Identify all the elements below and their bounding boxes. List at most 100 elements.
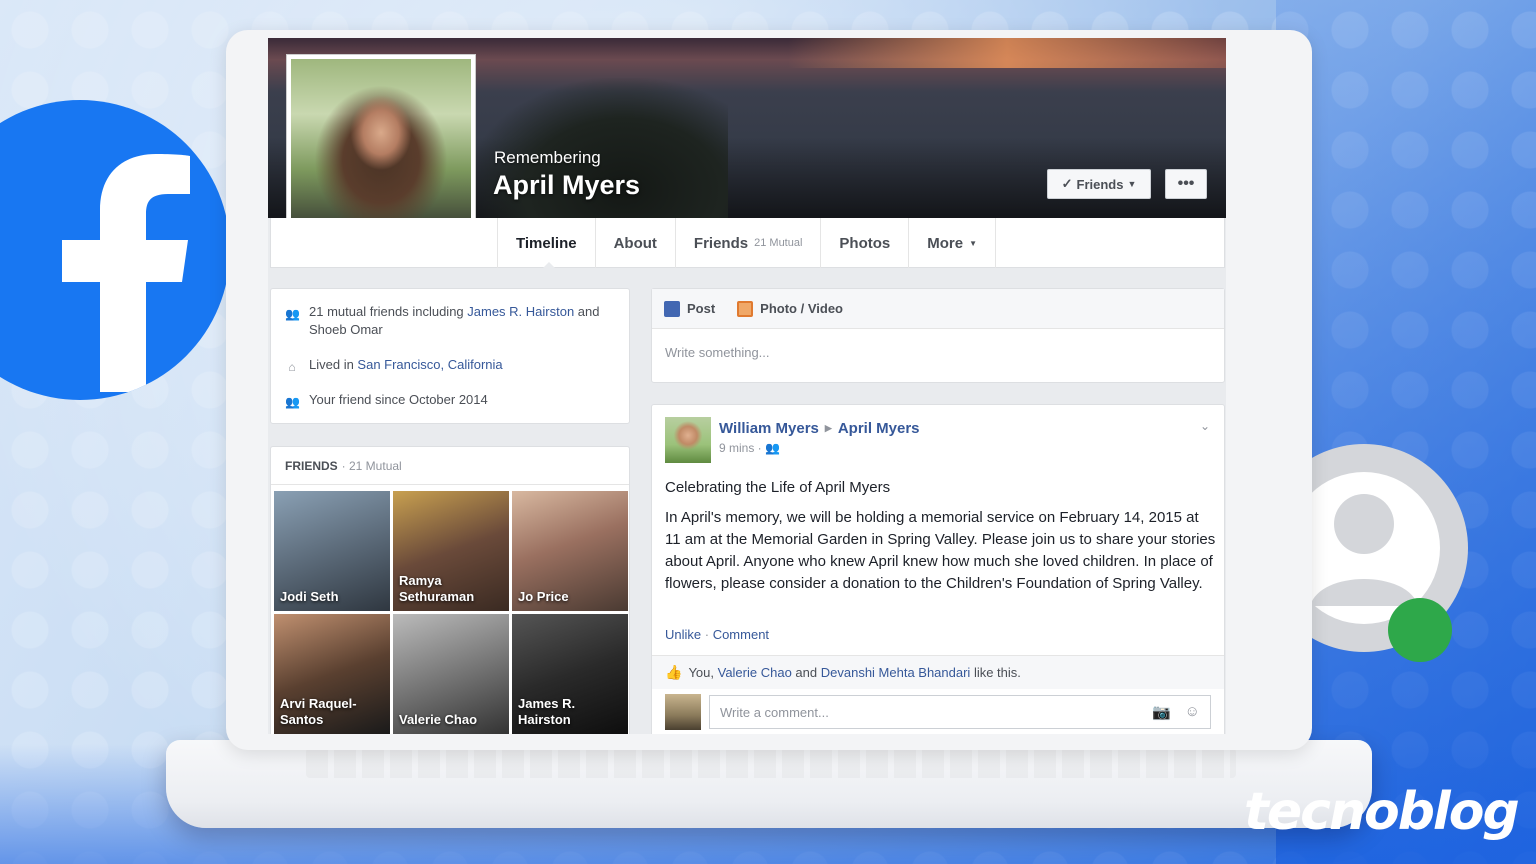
friends-card-title: FRIENDS [285, 458, 338, 473]
caret-down-icon: ▼ [969, 238, 978, 248]
unlike-link[interactable]: Unlike [665, 627, 701, 642]
composer-tab-label: Post [687, 301, 716, 316]
tab-timeline[interactable]: Timeline [497, 218, 595, 269]
friend-tile[interactable]: Ramya Sethuraman [393, 491, 509, 611]
tab-about[interactable]: About [594, 218, 675, 268]
post-composer: Post Photo / Video Write something... [651, 288, 1225, 383]
likes-text: You, Valerie Chao and Devanshi Mehta Bha… [688, 665, 1020, 680]
comment-input[interactable]: Write a comment... 📷 ☺ [709, 695, 1211, 729]
pencil-icon [664, 300, 680, 317]
cover-sunset-glow [788, 38, 1226, 68]
friends-button[interactable]: ✓ Friends ▼ [1047, 169, 1151, 199]
tecnoblog-watermark: tecnoblog [1244, 782, 1520, 842]
intro-lived-prefix: Lived in [309, 357, 358, 372]
location-link[interactable]: San Francisco, California [357, 357, 502, 372]
composer-tab-post[interactable]: Post [664, 300, 716, 317]
friends-card-count: · 21 Mutual [341, 458, 402, 473]
intro-mutual-friends: 👥 21 mutual friends including James R. H… [285, 303, 615, 339]
tab-friends[interactable]: Friends 21 Mutual [674, 218, 821, 268]
likes-and: and [791, 665, 821, 680]
intro-card: 👥 21 mutual friends including James R. H… [270, 288, 630, 424]
likes-you: You, [688, 665, 718, 680]
comment-placeholder: Write a comment... [720, 704, 829, 720]
action-separator: · [701, 627, 713, 642]
composer-tab-label: Photo / Video [760, 301, 843, 316]
friend-tile[interactable]: Jo Price [512, 491, 628, 611]
mutual-friend-link[interactable]: Shoeb Omar [309, 322, 383, 337]
intro-mutual-prefix: 21 mutual friends including [309, 304, 468, 319]
memorial-label: Remembering [494, 148, 601, 167]
liker-link[interactable]: Devanshi Mehta Bhandari [821, 665, 971, 680]
arrow-right-icon: ▶ [824, 423, 832, 433]
friends-icon: 👥 [285, 307, 300, 321]
tab-friends-mutual-count: 21 Mutual [754, 237, 803, 249]
post-author-link[interactable]: William Myers [719, 420, 819, 437]
post-target-link[interactable]: April Myers [838, 420, 920, 437]
friends-card: FRIENDS · 21 Mutual Jodi Seth Ramya Seth… [270, 446, 630, 734]
friend-tile[interactable]: Valerie Chao [393, 614, 509, 734]
timeline-post: William Myers ▶ April Myers 9 mins · 👥 ⌄… [651, 404, 1225, 734]
likes-suffix: like this. [970, 665, 1021, 680]
friends-icon: 👥 [285, 395, 300, 409]
post-timestamp[interactable]: 9 mins · 👥 [719, 441, 920, 455]
friend-name: Arvi Raquel-Santos [280, 696, 357, 727]
camera-icon[interactable]: 📷 [1152, 703, 1171, 721]
audience-friends-icon: 👥 [765, 441, 780, 455]
friends-button-label: Friends [1076, 176, 1124, 192]
comment-link[interactable]: Comment [713, 627, 769, 642]
tab-label: More [927, 234, 964, 252]
post-names: William Myers ▶ April Myers [719, 420, 920, 437]
post-header: William Myers ▶ April Myers 9 mins · 👥 [665, 417, 920, 463]
emoji-icon[interactable]: ☺ [1185, 703, 1200, 721]
composer-tab-photo[interactable]: Photo / Video [737, 300, 843, 317]
tab-label: Photos [839, 234, 891, 252]
background-accent [1276, 0, 1536, 864]
friend-tile[interactable]: James R. Hairston [512, 614, 628, 734]
post-title: Celebrating the Life of April Myers [665, 479, 891, 496]
post-meta: William Myers ▶ April Myers 9 mins · 👥 [719, 417, 920, 463]
tab-more[interactable]: More ▼ [908, 218, 997, 268]
liker-link[interactable]: Valerie Chao [718, 665, 792, 680]
friend-name: Jo Price [518, 589, 569, 604]
friend-name: Jodi Seth [280, 589, 339, 604]
tab-label: Friends [693, 234, 749, 252]
post-actions: Unlike · Comment [665, 627, 769, 642]
friend-tile[interactable]: Arvi Raquel-Santos [274, 614, 390, 734]
more-options-button[interactable]: ••• [1165, 169, 1207, 199]
tab-photos[interactable]: Photos [820, 218, 908, 268]
composer-input[interactable]: Write something... [652, 329, 1224, 376]
check-icon: ✓ [1061, 176, 1073, 191]
mutual-friend-link[interactable]: James R. Hairston [467, 304, 574, 319]
comment-icons: 📷 ☺ [1152, 703, 1200, 721]
intro-friend-since: 👥 Your friend since October 2014 [285, 391, 615, 409]
friends-grid: Jodi Seth Ramya Sethuraman Jo Price Arvi… [274, 491, 628, 734]
intro-lived-text: Lived in San Francisco, California [309, 356, 503, 374]
caret-down-icon: ▼ [1127, 179, 1137, 189]
profile-tabs: Timeline About Friends 21 Mutual Photos … [497, 218, 997, 269]
viewer-avatar [665, 694, 701, 730]
comment-row: Write a comment... 📷 ☺ [665, 694, 1211, 730]
friend-tile[interactable]: Jodi Seth [274, 491, 390, 611]
composer-tabs: Post Photo / Video [652, 289, 1224, 329]
friend-name: James R. Hairston [518, 696, 576, 727]
facebook-profile-page: Remembering April Myers ✓ Friends ▼ ••• … [268, 38, 1226, 734]
home-icon: ⌂ [288, 360, 296, 374]
author-avatar[interactable] [665, 417, 711, 463]
laptop-keyboard [306, 748, 1236, 778]
thumbs-up-icon: 👍 [665, 664, 683, 680]
likes-bar: 👍 You, Valerie Chao and Devanshi Mehta B… [652, 655, 1224, 689]
tab-label: About [613, 234, 657, 252]
friends-card-header[interactable]: FRIENDS · 21 Mutual [271, 447, 629, 485]
tab-label: Timeline [516, 234, 577, 252]
profile-tab-bar: Timeline About Friends 21 Mutual Photos … [270, 218, 1225, 269]
intro-lived-in: ⌂ Lived in San Francisco, California [285, 356, 615, 374]
post-body: In April's memory, we will be holding a … [665, 509, 1216, 592]
intro-friend-since-text: Your friend since October 2014 [309, 392, 488, 407]
friend-name: Ramya Sethuraman [399, 573, 475, 604]
chevron-down-icon[interactable]: ⌄ [1200, 419, 1210, 433]
profile-name[interactable]: April Myers [493, 170, 640, 201]
intro-mutual-and: and [574, 304, 600, 319]
intro-mutual-text: 21 mutual friends including James R. Hai… [309, 303, 600, 339]
friend-name: Valerie Chao [399, 712, 478, 727]
post-time-text: 9 mins · [719, 441, 766, 455]
